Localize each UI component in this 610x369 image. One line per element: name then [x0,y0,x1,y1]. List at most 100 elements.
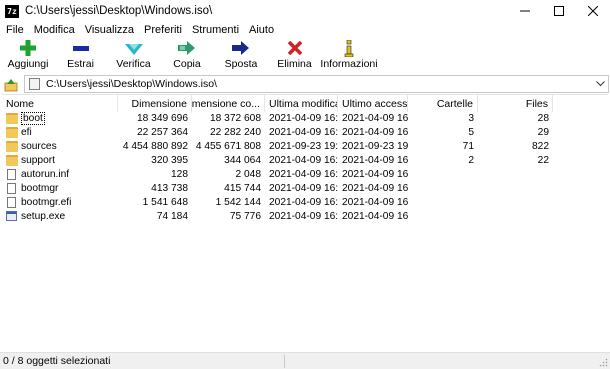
app-icon: 7z [5,4,19,18]
file-folders [408,195,478,209]
column-size[interactable]: Dimensione [118,95,192,112]
menu-file[interactable]: File [0,24,29,36]
info-icon [340,39,358,57]
table-row[interactable]: autorun.inf 128 2 048 2021-04-09 16:51 2… [2,168,608,182]
file-icon [7,169,16,180]
file-accessed: 2021-04-09 16:54 [342,127,408,139]
file-packed-size: 1 542 144 [215,196,261,208]
minimize-button[interactable] [508,0,542,22]
menu-help[interactable]: Aiuto [244,24,279,36]
file-packed-size: 2 048 [235,169,262,180]
column-accessed[interactable]: Ultimo accesso [338,95,408,112]
file-files: 28 [537,113,549,125]
move-label: Sposta [224,58,258,70]
file-accessed: 2021-04-09 16:51 [342,210,408,222]
file-accessed: 2021-04-09 16:51 [342,182,408,194]
file-packed-size: 75 776 [229,210,261,222]
file-files: 29 [537,127,549,139]
executable-icon [6,211,17,222]
window-title: C:\Users\jessi\Desktop\Windows.iso\ [25,5,213,17]
address-bar: C:\Users\jessi\Desktop\Windows.iso\ [0,75,610,94]
file-name: efi [21,127,32,139]
file-accessed: 2021-04-09 16:51 [342,196,408,208]
close-icon [588,6,598,16]
move-button[interactable]: Sposta [214,38,268,74]
plus-icon [19,39,37,57]
status-divider [284,355,285,368]
file-folders: 5 [468,127,474,139]
folder-icon [6,127,18,139]
info-button[interactable]: Informazioni [320,38,378,74]
extract-button[interactable]: Estrai [54,38,107,74]
folder-icon [6,113,18,125]
file-name: setup.exe [21,210,66,222]
file-files: 822 [532,141,549,153]
test-button[interactable]: Verifica [107,38,160,74]
file-icon [7,182,16,194]
menu-tools[interactable]: Strumenti [187,24,244,36]
resize-grip-icon[interactable] [598,357,608,367]
file-modified: 2021-04-09 16:51 [269,182,338,194]
file-accessed: 2021-04-09 16:54 [342,155,408,167]
address-dropdown-button[interactable] [596,79,605,88]
file-folders [408,181,478,195]
close-button[interactable] [576,0,610,22]
column-name[interactable]: Nome [2,95,118,112]
selection-status: 0 / 8 oggetti selezionati [3,355,111,367]
maximize-button[interactable] [542,0,576,22]
table-row[interactable]: efi 22 257 364 22 282 240 2021-04-09 16:… [2,126,608,140]
chevron-down-icon [596,80,605,86]
copy-button[interactable]: Copia [160,38,214,74]
delete-button[interactable]: Elimina [268,38,321,74]
column-header-row: Nome Dimensione Dimensione co... Ultima … [2,95,608,112]
table-row[interactable]: bootmgr.efi 1 541 648 1 542 144 2021-04-… [2,195,608,209]
address-path: C:\Users\jessi\Desktop\Windows.iso\ [46,78,217,90]
file-modified: 2021-04-09 16:51 [269,210,338,222]
file-folders: 71 [462,141,474,153]
file-folders [408,209,478,223]
extract-label: Estrai [67,58,94,70]
file-modified: 2021-04-09 16:51 [269,196,338,208]
file-name: support [21,155,55,167]
menu-edit[interactable]: Modifica [29,24,80,36]
file-size: 413 738 [151,182,188,194]
menu-favorites[interactable]: Preferiti [139,24,187,36]
file-files [478,181,553,195]
file-packed-size: 344 064 [224,155,261,167]
file-size: 4 454 880 892 [122,141,188,153]
column-packed-size[interactable]: Dimensione co... [192,95,265,112]
add-button[interactable]: Aggiungi [2,38,54,74]
file-accessed: 2021-09-23 19:07 [342,141,408,153]
file-modified: 2021-04-09 16:54 [269,127,338,139]
column-modified[interactable]: Ultima modifica [265,95,338,112]
table-row[interactable]: sources 4 454 880 892 4 455 671 808 2021… [2,140,608,154]
delete-label: Elimina [277,58,312,70]
column-folders[interactable]: Cartelle [408,95,478,112]
file-list[interactable]: Nome Dimensione Dimensione co... Ultima … [2,94,608,351]
minus-icon [72,39,90,57]
column-files[interactable]: Files [478,95,553,112]
table-row[interactable]: boot 18 349 696 18 372 608 2021-04-09 16… [2,112,608,126]
file-files [478,168,553,182]
table-row[interactable]: setup.exe 74 184 75 776 2021-04-09 16:51… [2,209,608,223]
up-folder-button[interactable] [2,76,20,94]
address-field[interactable]: C:\Users\jessi\Desktop\Windows.iso\ [24,75,609,93]
file-files [478,195,553,209]
table-row[interactable]: support 320 395 344 064 2021-04-09 16:54… [2,154,608,168]
file-size: 1 541 648 [142,196,188,208]
file-packed-size: 4 455 671 808 [195,141,261,153]
table-row[interactable]: bootmgr 413 738 415 744 2021-04-09 16:51… [2,181,608,195]
file-size: 74 184 [156,210,188,222]
file-packed-size: 18 372 608 [210,113,261,125]
file-name: boot [21,112,45,126]
test-label: Verifica [116,58,151,70]
copy-label: Copia [173,58,201,70]
file-accessed: 2021-04-09 16:54 [342,113,408,125]
file-size: 320 395 [151,155,188,167]
file-modified: 2021-09-23 19:07 [269,141,338,153]
file-name: bootmgr [21,182,59,194]
menu-view[interactable]: Visualizza [80,24,139,36]
file-name: sources [21,141,57,153]
file-packed-size: 415 744 [224,182,261,194]
folder-icon [6,155,18,167]
